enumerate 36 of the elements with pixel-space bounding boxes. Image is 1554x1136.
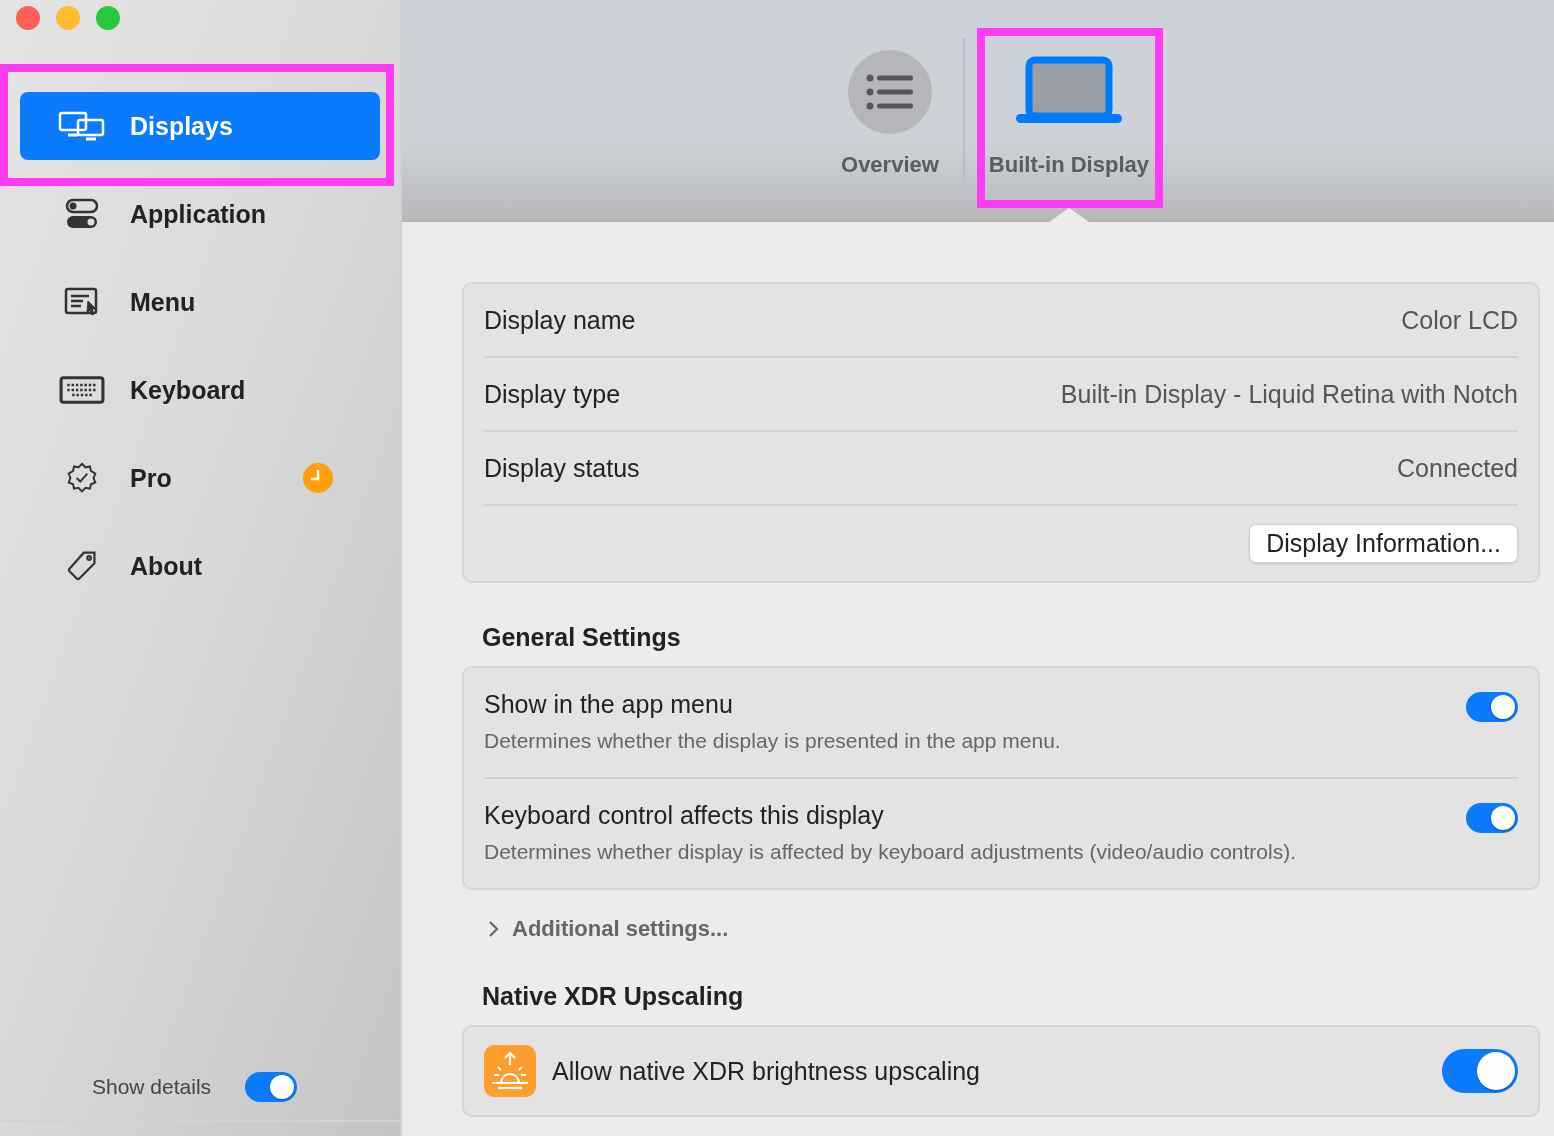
keyboard-icon	[58, 374, 106, 406]
setting-label: Show in the app menu	[484, 690, 734, 719]
setting-toggle[interactable]	[1442, 1049, 1518, 1093]
sidebar-item[interactable]: Pro	[20, 444, 380, 512]
additional-settings-disclosure[interactable]: Additional settings...	[488, 916, 1540, 942]
row-value: Built-in Display - Liquid Retina with Notch	[1060, 379, 1518, 409]
displays-icon	[58, 110, 106, 142]
setting-description: Determines whether the display is presented in the app menu.	[484, 729, 1061, 753]
setting-label: Allow native XDR brightness upscaling	[552, 1056, 981, 1086]
display-information-button[interactable]: Display Information...	[1249, 524, 1518, 563]
row-label: Display name	[484, 305, 636, 335]
laptop-icon	[1013, 56, 1124, 126]
toolbar-tab[interactable]: Built-in Display	[982, 0, 1155, 178]
row-value: Connected	[1397, 453, 1518, 483]
selection-pointer	[1048, 208, 1089, 222]
toolbar-tab[interactable]: Overview	[835, 0, 945, 178]
sidebar-item[interactable]: Application	[20, 180, 380, 248]
show-details-toggle[interactable]	[245, 1072, 298, 1102]
sidebar-item[interactable]: Displays	[20, 92, 380, 160]
row-value: Color LCD	[1401, 305, 1518, 335]
sidebar-item[interactable]: Keyboard	[20, 356, 380, 424]
sunrise-icon	[484, 1045, 536, 1097]
setting-toggle[interactable]	[1466, 803, 1518, 833]
setting-description: Determines whether display is affected by keyboard adjustments (video/audio controls).	[484, 840, 1297, 864]
setting-label: Keyboard control affects this display	[484, 801, 885, 830]
sidebar-item[interactable]: About	[20, 532, 380, 600]
list-icon	[847, 50, 932, 134]
section-title: General Settings	[482, 623, 682, 652]
row-label: Display status	[484, 453, 640, 483]
show-details-label: Show details	[92, 1075, 212, 1099]
section-title: Native XDR Upscaling	[482, 982, 745, 1011]
row-label: Display type	[484, 379, 621, 409]
close-button[interactable]	[16, 6, 40, 30]
chevron-icon	[488, 920, 500, 938]
setting-toggle[interactable]	[1466, 692, 1518, 722]
sidebar-item[interactable]: Menu	[20, 268, 380, 336]
